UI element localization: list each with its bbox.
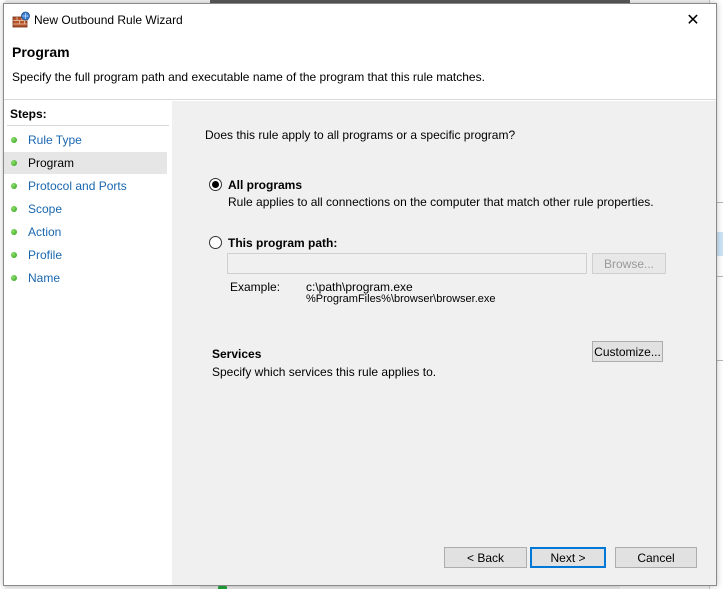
- steps-heading: Steps:: [10, 107, 47, 121]
- back-button[interactable]: < Back: [444, 547, 527, 568]
- title-bar[interactable]: New Outbound Rule Wizard ✕: [4, 4, 716, 36]
- program-path-radio[interactable]: [209, 236, 222, 249]
- program-path-label[interactable]: This program path:: [228, 236, 337, 250]
- wizard-window: New Outbound Rule Wizard ✕ Program Speci…: [3, 3, 717, 586]
- step-label: Profile: [28, 248, 63, 262]
- all-programs-description: Rule applies to all connections on the c…: [228, 195, 654, 209]
- close-icon: ✕: [686, 12, 700, 29]
- step-name[interactable]: Name: [4, 267, 167, 289]
- wizard-header: Program Specify the full program path an…: [4, 36, 716, 100]
- step-protocol-and-ports[interactable]: Protocol and Ports: [4, 175, 167, 197]
- step-label: Name: [28, 271, 61, 285]
- steps-panel: Steps: Rule Type Program Protocol and Po…: [4, 101, 172, 585]
- green-bullet-icon: [11, 275, 17, 281]
- services-heading: Services: [212, 347, 262, 361]
- green-bullet-icon: [11, 206, 17, 212]
- step-label: Protocol and Ports: [28, 179, 127, 193]
- page-title: Program: [12, 44, 70, 60]
- example-label: Example:: [230, 280, 281, 294]
- step-program[interactable]: Program: [4, 152, 167, 174]
- all-programs-radio[interactable]: [209, 178, 222, 191]
- browse-button[interactable]: Browse...: [592, 253, 666, 274]
- green-bullet-icon: [11, 252, 17, 258]
- next-button[interactable]: Next >: [530, 547, 606, 568]
- step-action[interactable]: Action: [4, 221, 167, 243]
- services-description: Specify which services this rule applies…: [212, 365, 437, 379]
- step-label: Scope: [28, 202, 63, 216]
- steps-divider: [7, 125, 169, 126]
- step-rule-type[interactable]: Rule Type: [4, 129, 167, 151]
- step-label: Action: [28, 225, 62, 239]
- green-bullet-icon: [11, 160, 17, 166]
- close-button[interactable]: ✕: [670, 4, 716, 36]
- step-profile[interactable]: Profile: [4, 244, 167, 266]
- green-bullet-icon: [11, 229, 17, 235]
- green-bullet-icon: [11, 137, 17, 143]
- window-title: New Outbound Rule Wizard: [34, 13, 183, 27]
- cancel-button[interactable]: Cancel: [615, 547, 697, 568]
- firewall-icon: [12, 11, 30, 29]
- scope-question: Does this rule apply to all programs or …: [205, 128, 516, 142]
- wizard-content: Does this rule apply to all programs or …: [172, 101, 716, 585]
- customize-button[interactable]: Customize...: [592, 341, 663, 362]
- step-label: Program: [28, 156, 75, 170]
- example-path-1: c:\path\program.exe: [306, 280, 413, 294]
- step-label: Rule Type: [28, 133, 82, 147]
- page-description: Specify the full program path and execut…: [12, 70, 485, 84]
- step-scope[interactable]: Scope: [4, 198, 167, 220]
- example-path-2: %ProgramFiles%\browser\browser.exe: [306, 293, 496, 305]
- all-programs-label[interactable]: All programs: [228, 178, 302, 192]
- green-bullet-icon: [11, 183, 17, 189]
- program-path-input[interactable]: [227, 253, 587, 274]
